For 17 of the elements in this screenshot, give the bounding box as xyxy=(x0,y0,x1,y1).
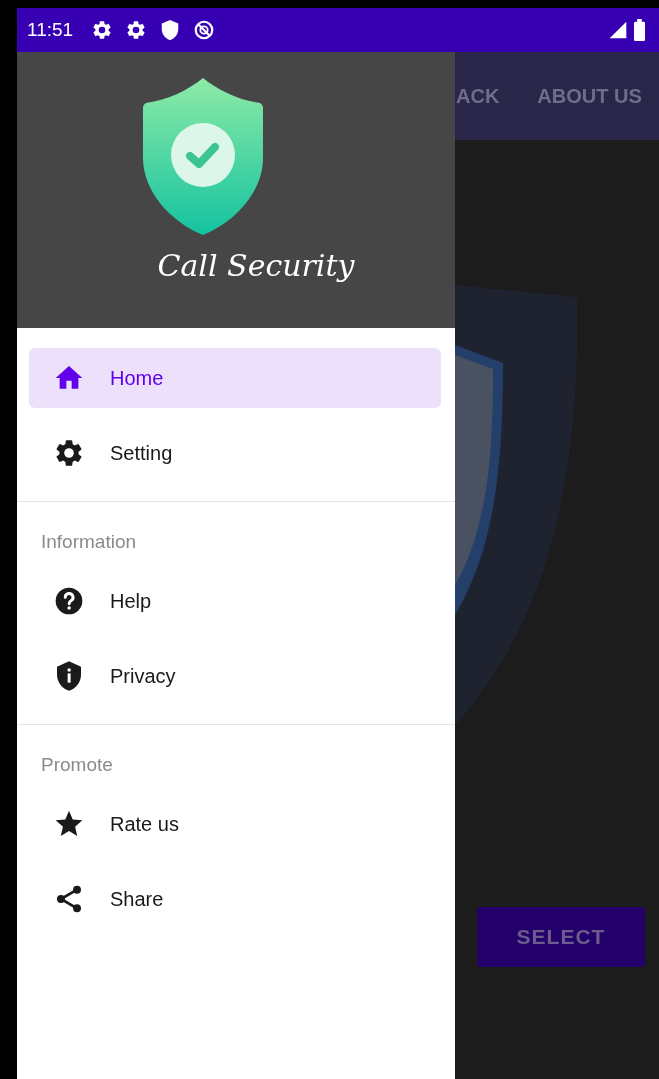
drawer-item[interactable]: Share xyxy=(29,869,441,929)
app-name: Call Security xyxy=(157,247,355,285)
drawer-item[interactable]: Setting xyxy=(29,423,441,483)
status-time: 11:51 xyxy=(27,17,74,42)
section-header: Information xyxy=(40,530,138,554)
battery-icon xyxy=(634,19,645,41)
section-header: Promote xyxy=(40,753,114,777)
drawer-item[interactable]: Rate us xyxy=(29,794,441,854)
settings-icon xyxy=(91,19,114,41)
drawer-item[interactable]: Privacy xyxy=(29,646,441,706)
signal-icon xyxy=(608,20,628,40)
drawer-item[interactable]: Help xyxy=(29,571,441,631)
blocked-icon xyxy=(193,19,216,41)
help-icon xyxy=(53,585,85,617)
drawer-item[interactable]: Home xyxy=(29,348,441,408)
settings-icon xyxy=(125,19,148,41)
shield-logo-icon xyxy=(143,78,263,235)
